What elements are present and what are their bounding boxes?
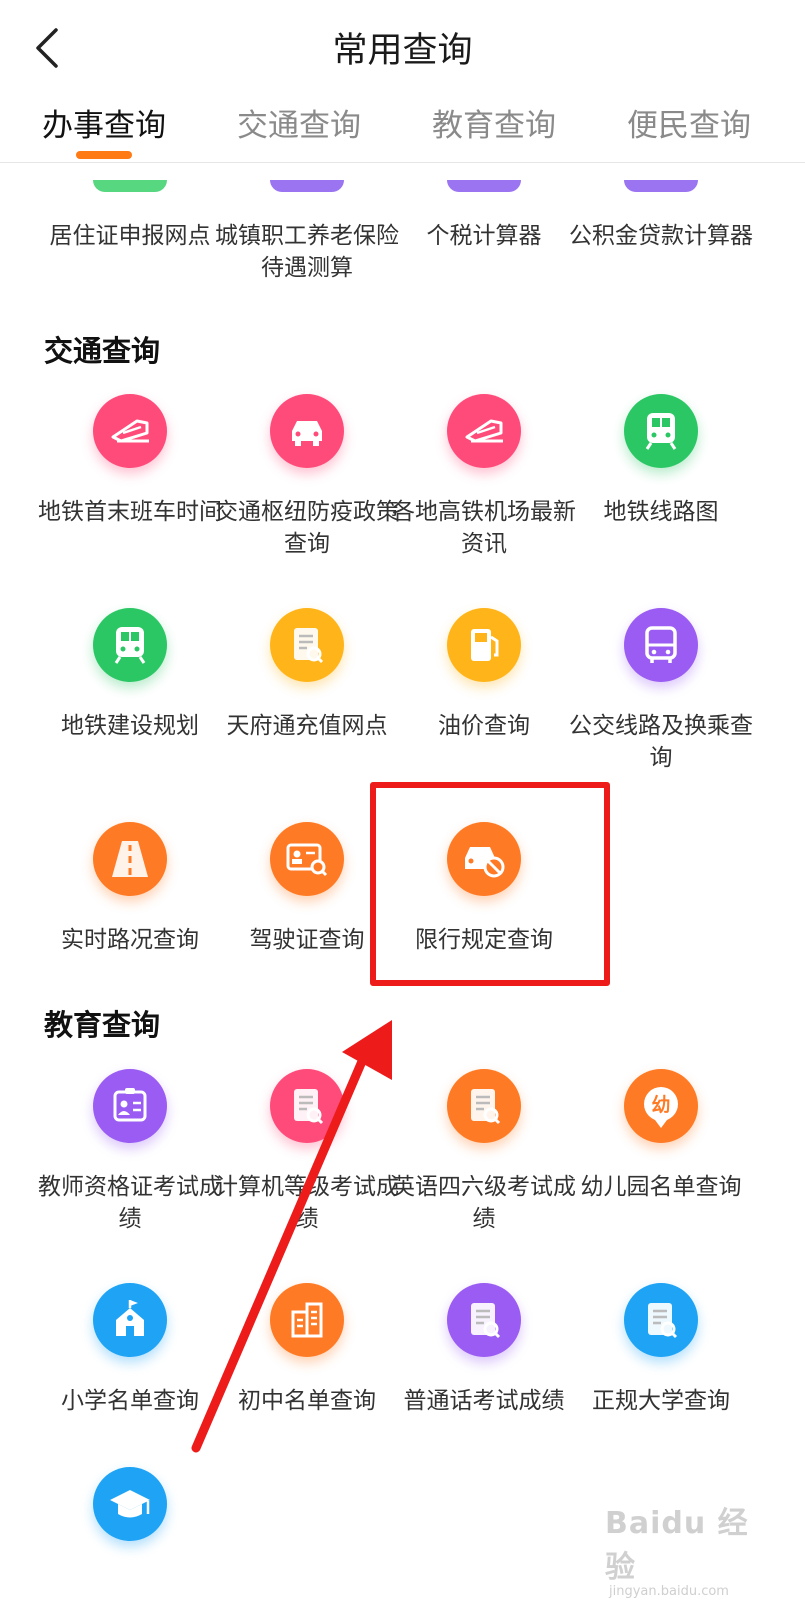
- watermark-brand: Baidu 经验: [605, 1506, 749, 1585]
- red-arrow-annotation: [191, 1020, 392, 1453]
- watermark: Baidu 经验 jingyan.baidu.com: [605, 1498, 755, 1599]
- watermark-url: jingyan.baidu.com: [609, 1584, 729, 1599]
